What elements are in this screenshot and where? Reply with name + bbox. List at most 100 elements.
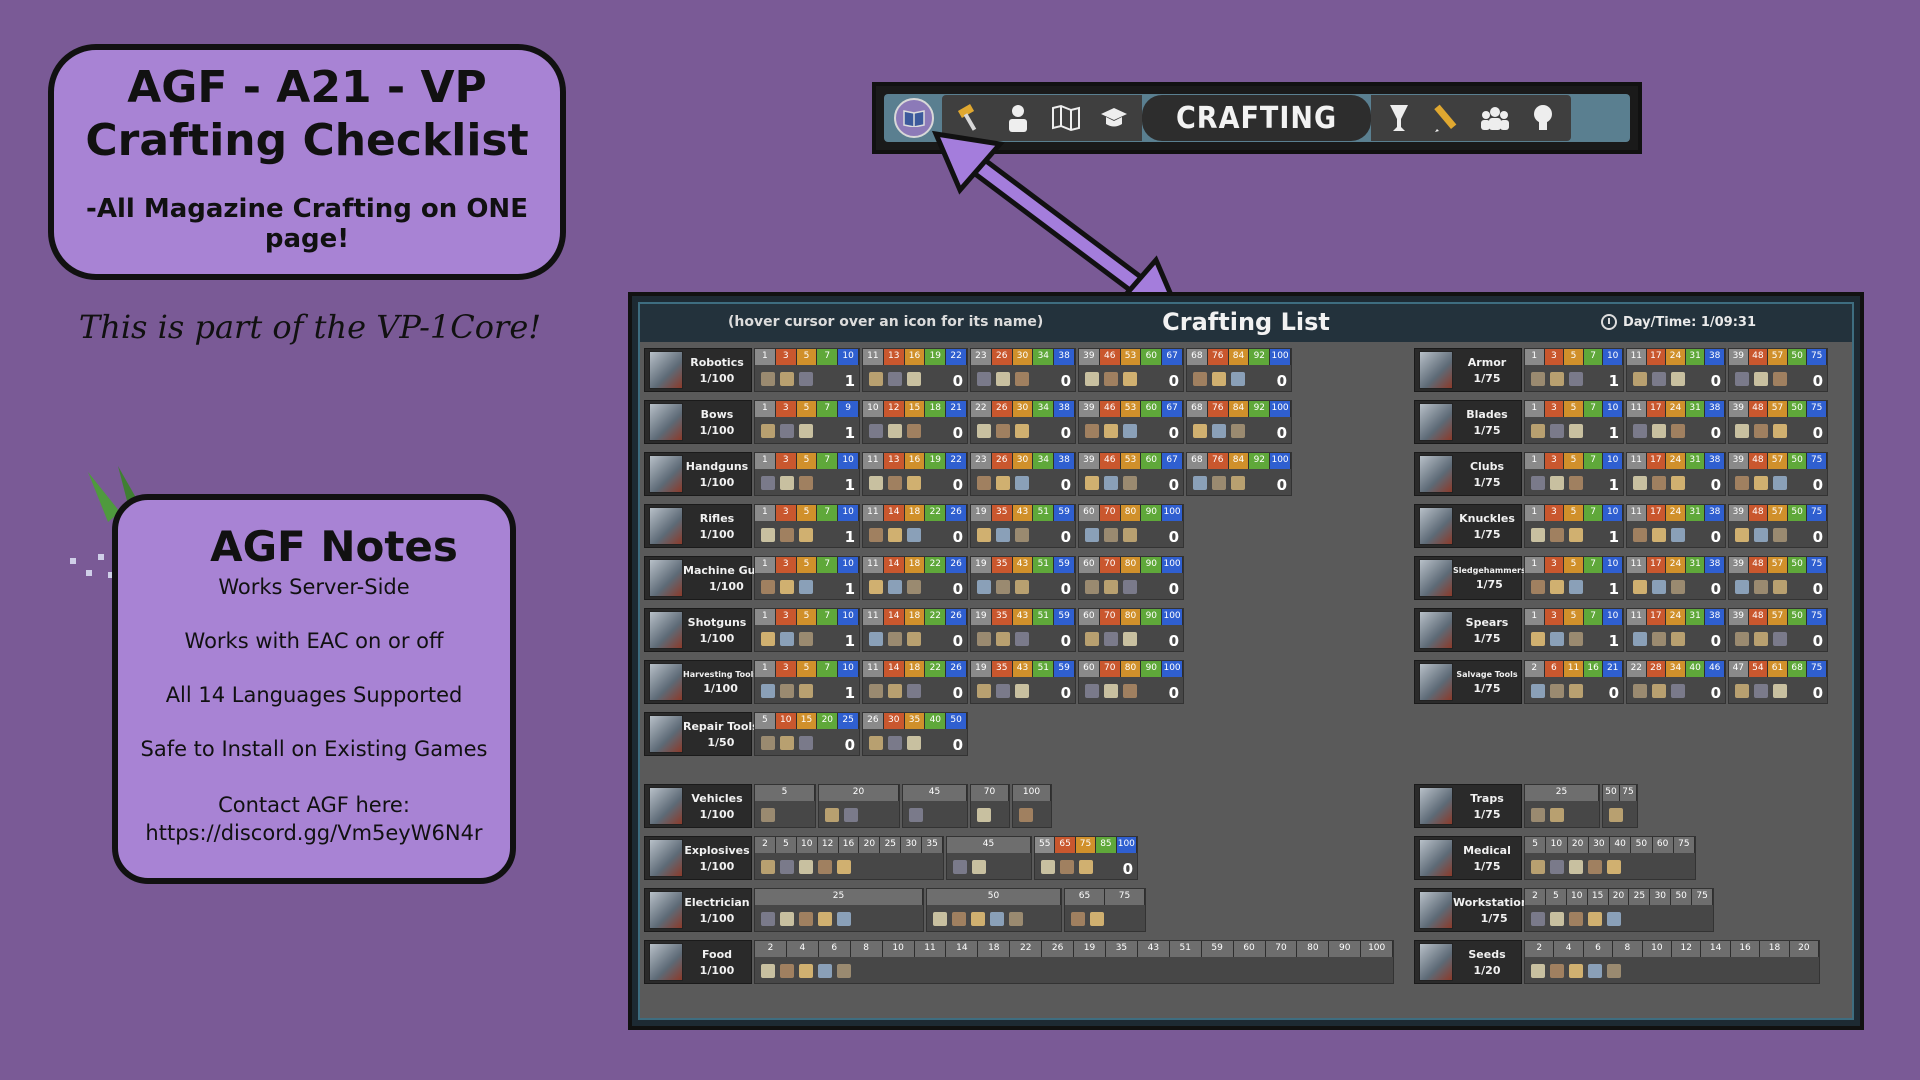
recipe-item-icon[interactable] bbox=[780, 964, 794, 978]
recipe-item-icon[interactable] bbox=[780, 736, 794, 750]
recipe-item-icon[interactable] bbox=[888, 528, 902, 542]
recipe-item-icon[interactable] bbox=[1588, 912, 1602, 926]
recipe-item-icon[interactable] bbox=[1671, 528, 1685, 542]
recipe-item-icon[interactable] bbox=[818, 964, 832, 978]
recipe-item-icon[interactable] bbox=[1104, 424, 1118, 438]
recipe-item-icon[interactable] bbox=[1652, 424, 1666, 438]
recipe-item-icon[interactable] bbox=[1531, 632, 1545, 646]
recipe-item-icon[interactable] bbox=[977, 580, 991, 594]
recipe-item-icon[interactable] bbox=[1754, 424, 1768, 438]
recipe-item-icon[interactable] bbox=[1735, 372, 1749, 386]
recipe-item-icon[interactable] bbox=[799, 964, 813, 978]
recipe-item-icon[interactable] bbox=[1607, 964, 1621, 978]
category-tile[interactable]: Electrician 1/100 bbox=[644, 888, 752, 932]
recipe-item-icon[interactable] bbox=[1123, 632, 1137, 646]
category-tile[interactable]: Workstations 1/75 bbox=[1414, 888, 1535, 932]
recipe-item-icon[interactable] bbox=[1015, 476, 1029, 490]
recipe-item-icon[interactable] bbox=[888, 684, 902, 698]
recipe-item-icon[interactable] bbox=[1569, 632, 1583, 646]
recipe-item-icon[interactable] bbox=[996, 632, 1010, 646]
recipe-item-icon[interactable] bbox=[1671, 372, 1685, 386]
recipe-item-icon[interactable] bbox=[1531, 860, 1545, 874]
recipe-item-icon[interactable] bbox=[1079, 860, 1093, 874]
recipe-item-icon[interactable] bbox=[1754, 684, 1768, 698]
recipe-item-icon[interactable] bbox=[977, 808, 991, 822]
recipe-item-icon[interactable] bbox=[907, 580, 921, 594]
recipe-item-icon[interactable] bbox=[1671, 684, 1685, 698]
recipe-item-icon[interactable] bbox=[799, 684, 813, 698]
recipe-item-icon[interactable] bbox=[1607, 860, 1621, 874]
recipe-item-icon[interactable] bbox=[761, 736, 775, 750]
recipe-item-icon[interactable] bbox=[1735, 476, 1749, 490]
recipe-item-icon[interactable] bbox=[888, 424, 902, 438]
recipe-item-icon[interactable] bbox=[1193, 424, 1207, 438]
recipe-item-icon[interactable] bbox=[1569, 424, 1583, 438]
recipe-item-icon[interactable] bbox=[869, 528, 883, 542]
recipe-item-icon[interactable] bbox=[799, 372, 813, 386]
recipe-item-icon[interactable] bbox=[1569, 528, 1583, 542]
recipe-item-icon[interactable] bbox=[837, 860, 851, 874]
recipe-item-icon[interactable] bbox=[1531, 912, 1545, 926]
recipe-item-icon[interactable] bbox=[1090, 912, 1104, 926]
recipe-item-icon[interactable] bbox=[761, 860, 775, 874]
recipe-item-icon[interactable] bbox=[1060, 860, 1074, 874]
recipe-item-icon[interactable] bbox=[1085, 476, 1099, 490]
category-tile[interactable]: Traps 1/75 bbox=[1414, 784, 1522, 828]
recipe-item-icon[interactable] bbox=[799, 736, 813, 750]
recipe-item-icon[interactable] bbox=[1193, 476, 1207, 490]
recipe-item-icon[interactable] bbox=[1633, 528, 1647, 542]
recipe-item-icon[interactable] bbox=[1735, 684, 1749, 698]
recipe-item-icon[interactable] bbox=[909, 808, 923, 822]
recipe-item-icon[interactable] bbox=[1588, 964, 1602, 978]
recipe-item-icon[interactable] bbox=[799, 424, 813, 438]
category-tile[interactable]: Shotguns 1/100 bbox=[644, 608, 752, 652]
recipe-item-icon[interactable] bbox=[1123, 684, 1137, 698]
recipe-item-icon[interactable] bbox=[1015, 528, 1029, 542]
recipe-item-icon[interactable] bbox=[869, 580, 883, 594]
recipe-item-icon[interactable] bbox=[1773, 424, 1787, 438]
recipe-item-icon[interactable] bbox=[1754, 632, 1768, 646]
recipe-item-icon[interactable] bbox=[1652, 528, 1666, 542]
recipe-item-icon[interactable] bbox=[844, 808, 858, 822]
recipe-item-icon[interactable] bbox=[1550, 860, 1564, 874]
recipe-item-icon[interactable] bbox=[1041, 860, 1055, 874]
recipe-item-icon[interactable] bbox=[1531, 372, 1545, 386]
recipe-item-icon[interactable] bbox=[1104, 476, 1118, 490]
recipe-item-icon[interactable] bbox=[1531, 808, 1545, 822]
category-tile[interactable]: Armor 1/75 bbox=[1414, 348, 1522, 392]
recipe-item-icon[interactable] bbox=[869, 632, 883, 646]
recipe-item-icon[interactable] bbox=[1104, 372, 1118, 386]
recipe-item-icon[interactable] bbox=[996, 424, 1010, 438]
recipe-item-icon[interactable] bbox=[1231, 424, 1245, 438]
category-tile[interactable]: Machine Guns 1/100 bbox=[644, 556, 770, 600]
recipe-item-icon[interactable] bbox=[977, 528, 991, 542]
recipe-item-icon[interactable] bbox=[869, 372, 883, 386]
recipe-item-icon[interactable] bbox=[1652, 372, 1666, 386]
recipe-item-icon[interactable] bbox=[1531, 964, 1545, 978]
category-tile[interactable]: Explosives 1/100 bbox=[644, 836, 752, 880]
lightbulb-icon[interactable] bbox=[1519, 96, 1567, 140]
recipe-item-icon[interactable] bbox=[888, 632, 902, 646]
recipe-item-icon[interactable] bbox=[971, 912, 985, 926]
recipe-item-icon[interactable] bbox=[1569, 476, 1583, 490]
recipe-item-icon[interactable] bbox=[780, 580, 794, 594]
category-tile[interactable]: Medical 1/75 bbox=[1414, 836, 1522, 880]
category-tile[interactable]: Spears 1/75 bbox=[1414, 608, 1522, 652]
recipe-item-icon[interactable] bbox=[1085, 684, 1099, 698]
category-tile[interactable]: Clubs 1/75 bbox=[1414, 452, 1522, 496]
recipe-item-icon[interactable] bbox=[990, 912, 1004, 926]
recipe-item-icon[interactable] bbox=[780, 528, 794, 542]
recipe-item-icon[interactable] bbox=[1104, 528, 1118, 542]
recipe-item-icon[interactable] bbox=[1550, 528, 1564, 542]
recipe-item-icon[interactable] bbox=[1550, 580, 1564, 594]
recipe-item-icon[interactable] bbox=[1735, 580, 1749, 594]
recipe-item-icon[interactable] bbox=[1015, 632, 1029, 646]
recipe-item-icon[interactable] bbox=[799, 580, 813, 594]
recipe-item-icon[interactable] bbox=[780, 372, 794, 386]
recipe-item-icon[interactable] bbox=[869, 736, 883, 750]
recipe-item-icon[interactable] bbox=[888, 736, 902, 750]
book-icon[interactable] bbox=[894, 98, 934, 138]
recipe-item-icon[interactable] bbox=[761, 964, 775, 978]
category-tile[interactable]: Seeds 1/20 bbox=[1414, 940, 1522, 984]
recipe-item-icon[interactable] bbox=[1123, 580, 1137, 594]
